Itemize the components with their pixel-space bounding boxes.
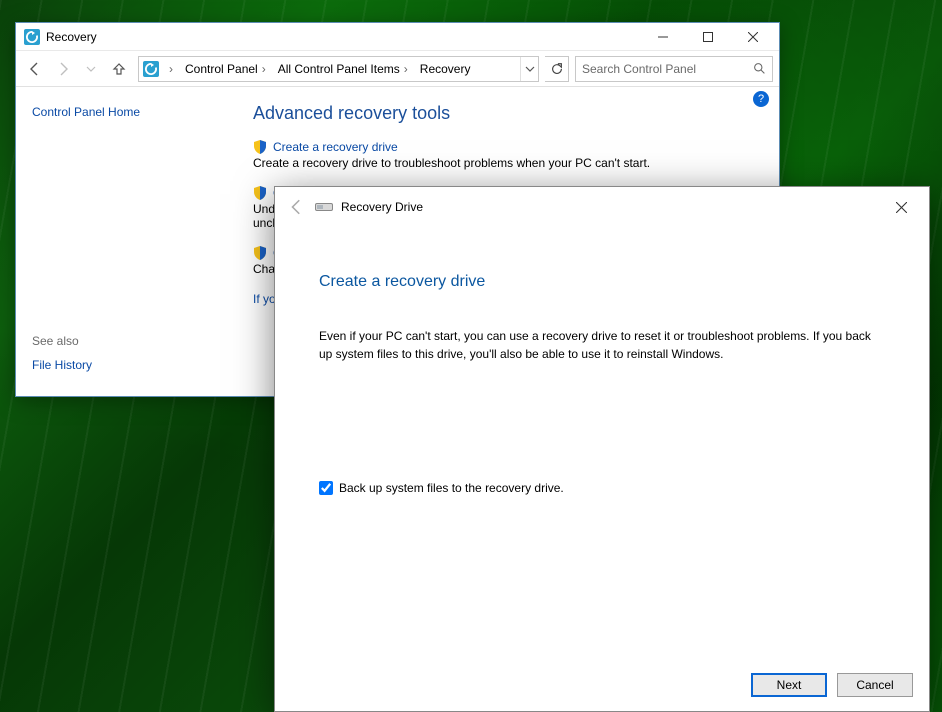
breadcrumb-label: Recovery: [420, 62, 471, 76]
wizard-back-button[interactable]: [283, 193, 311, 221]
wizard-title: Recovery Drive: [341, 200, 423, 214]
breadcrumb[interactable]: › Control Panel › All Control Panel Items…: [138, 56, 539, 82]
recent-dropdown-icon[interactable]: [78, 56, 104, 82]
titlebar: Recovery: [16, 23, 779, 51]
shield-icon: [253, 246, 267, 260]
checkbox-input[interactable]: [319, 481, 333, 495]
navigation-row: › Control Panel › All Control Panel Items…: [16, 51, 779, 87]
breadcrumb-app-icon: [141, 59, 161, 79]
chevron-right-icon: ›: [169, 62, 173, 76]
refresh-button[interactable]: [545, 56, 569, 82]
search-placeholder: Search Control Panel: [582, 62, 696, 76]
window-title: Recovery: [46, 30, 640, 44]
wizard-description: Even if your PC can't start, you can use…: [319, 327, 879, 363]
see-also-label: See also: [32, 334, 215, 348]
breadcrumb-item-2[interactable]: Recovery: [414, 57, 477, 81]
search-input[interactable]: Search Control Panel: [575, 56, 773, 82]
back-button[interactable]: [22, 56, 48, 82]
shield-icon: [253, 140, 267, 154]
checkbox-label: Back up system files to the recovery dri…: [339, 481, 564, 495]
maximize-button[interactable]: [685, 23, 730, 51]
search-icon: [753, 62, 766, 75]
wizard-close-button[interactable]: [881, 192, 921, 222]
backup-system-files-checkbox[interactable]: Back up system files to the recovery dri…: [319, 481, 885, 495]
wizard-footer: Next Cancel: [751, 673, 913, 697]
recovery-drive-wizard: Recovery Drive Create a recovery drive E…: [274, 186, 930, 712]
control-panel-home-link[interactable]: Control Panel Home: [32, 105, 215, 119]
sidebar: Control Panel Home See also File History: [16, 87, 231, 396]
cancel-button[interactable]: Cancel: [837, 673, 913, 697]
chevron-right-icon: ›: [262, 62, 266, 76]
wizard-titlebar: Recovery Drive: [275, 187, 929, 227]
wizard-heading: Create a recovery drive: [319, 273, 885, 291]
breadcrumb-label: Control Panel: [185, 62, 258, 76]
drive-icon: [315, 201, 333, 213]
window-controls: [640, 23, 775, 51]
wizard-body: Create a recovery drive Even if your PC …: [275, 227, 929, 495]
chevron-right-icon: ›: [404, 62, 408, 76]
page-heading: Advanced recovery tools: [253, 103, 757, 124]
forward-button[interactable]: [50, 56, 76, 82]
next-button[interactable]: Next: [751, 673, 827, 697]
breadcrumb-dropdown-icon[interactable]: [520, 57, 538, 81]
tool-item-desc: Create a recovery drive to troubleshoot …: [253, 156, 757, 170]
tool-item: Create a recovery drive Create a recover…: [253, 140, 757, 170]
recovery-app-icon: [24, 29, 40, 45]
up-button[interactable]: [106, 56, 132, 82]
breadcrumb-sep-0[interactable]: ›: [163, 57, 179, 81]
minimize-button[interactable]: [640, 23, 685, 51]
breadcrumb-label: All Control Panel Items: [278, 62, 400, 76]
breadcrumb-item-0[interactable]: Control Panel ›: [179, 57, 272, 81]
file-history-link[interactable]: File History: [32, 358, 215, 372]
shield-icon: [253, 186, 267, 200]
help-icon[interactable]: ?: [753, 91, 769, 107]
create-recovery-drive-link[interactable]: Create a recovery drive: [273, 140, 398, 154]
close-button[interactable]: [730, 23, 775, 51]
breadcrumb-item-1[interactable]: All Control Panel Items ›: [272, 57, 414, 81]
